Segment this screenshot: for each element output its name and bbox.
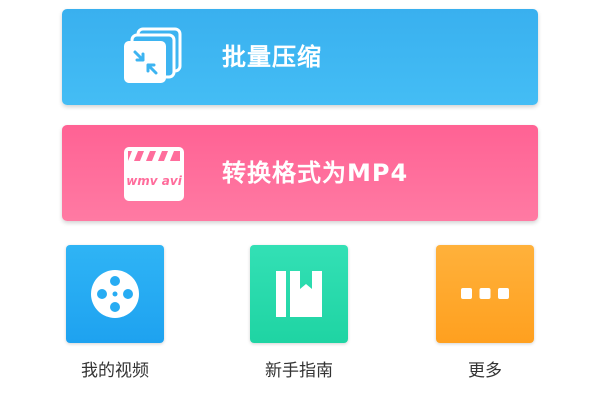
more-label: 更多 — [468, 361, 502, 381]
convert-mp4-label: 转换格式为MP4 — [222, 159, 409, 187]
compress-stack-icon — [124, 27, 182, 83]
book-icon — [276, 271, 322, 317]
more-button[interactable] — [436, 245, 534, 343]
film-reel-icon — [91, 270, 139, 318]
my-videos-button[interactable] — [66, 245, 164, 343]
my-videos-label: 我的视频 — [81, 361, 149, 381]
convert-mp4-button[interactable]: wmv avi 转换格式为MP4 — [62, 125, 538, 221]
clapperboard-icon: wmv avi — [124, 147, 184, 201]
beginner-guide-label: 新手指南 — [265, 361, 333, 381]
batch-compress-label: 批量压缩 — [222, 43, 322, 71]
beginner-guide-button[interactable] — [250, 245, 348, 343]
batch-compress-button[interactable]: 批量压缩 — [62, 9, 538, 105]
clapperboard-format-text: wmv avi — [126, 174, 183, 188]
more-dots-icon — [461, 288, 509, 299]
